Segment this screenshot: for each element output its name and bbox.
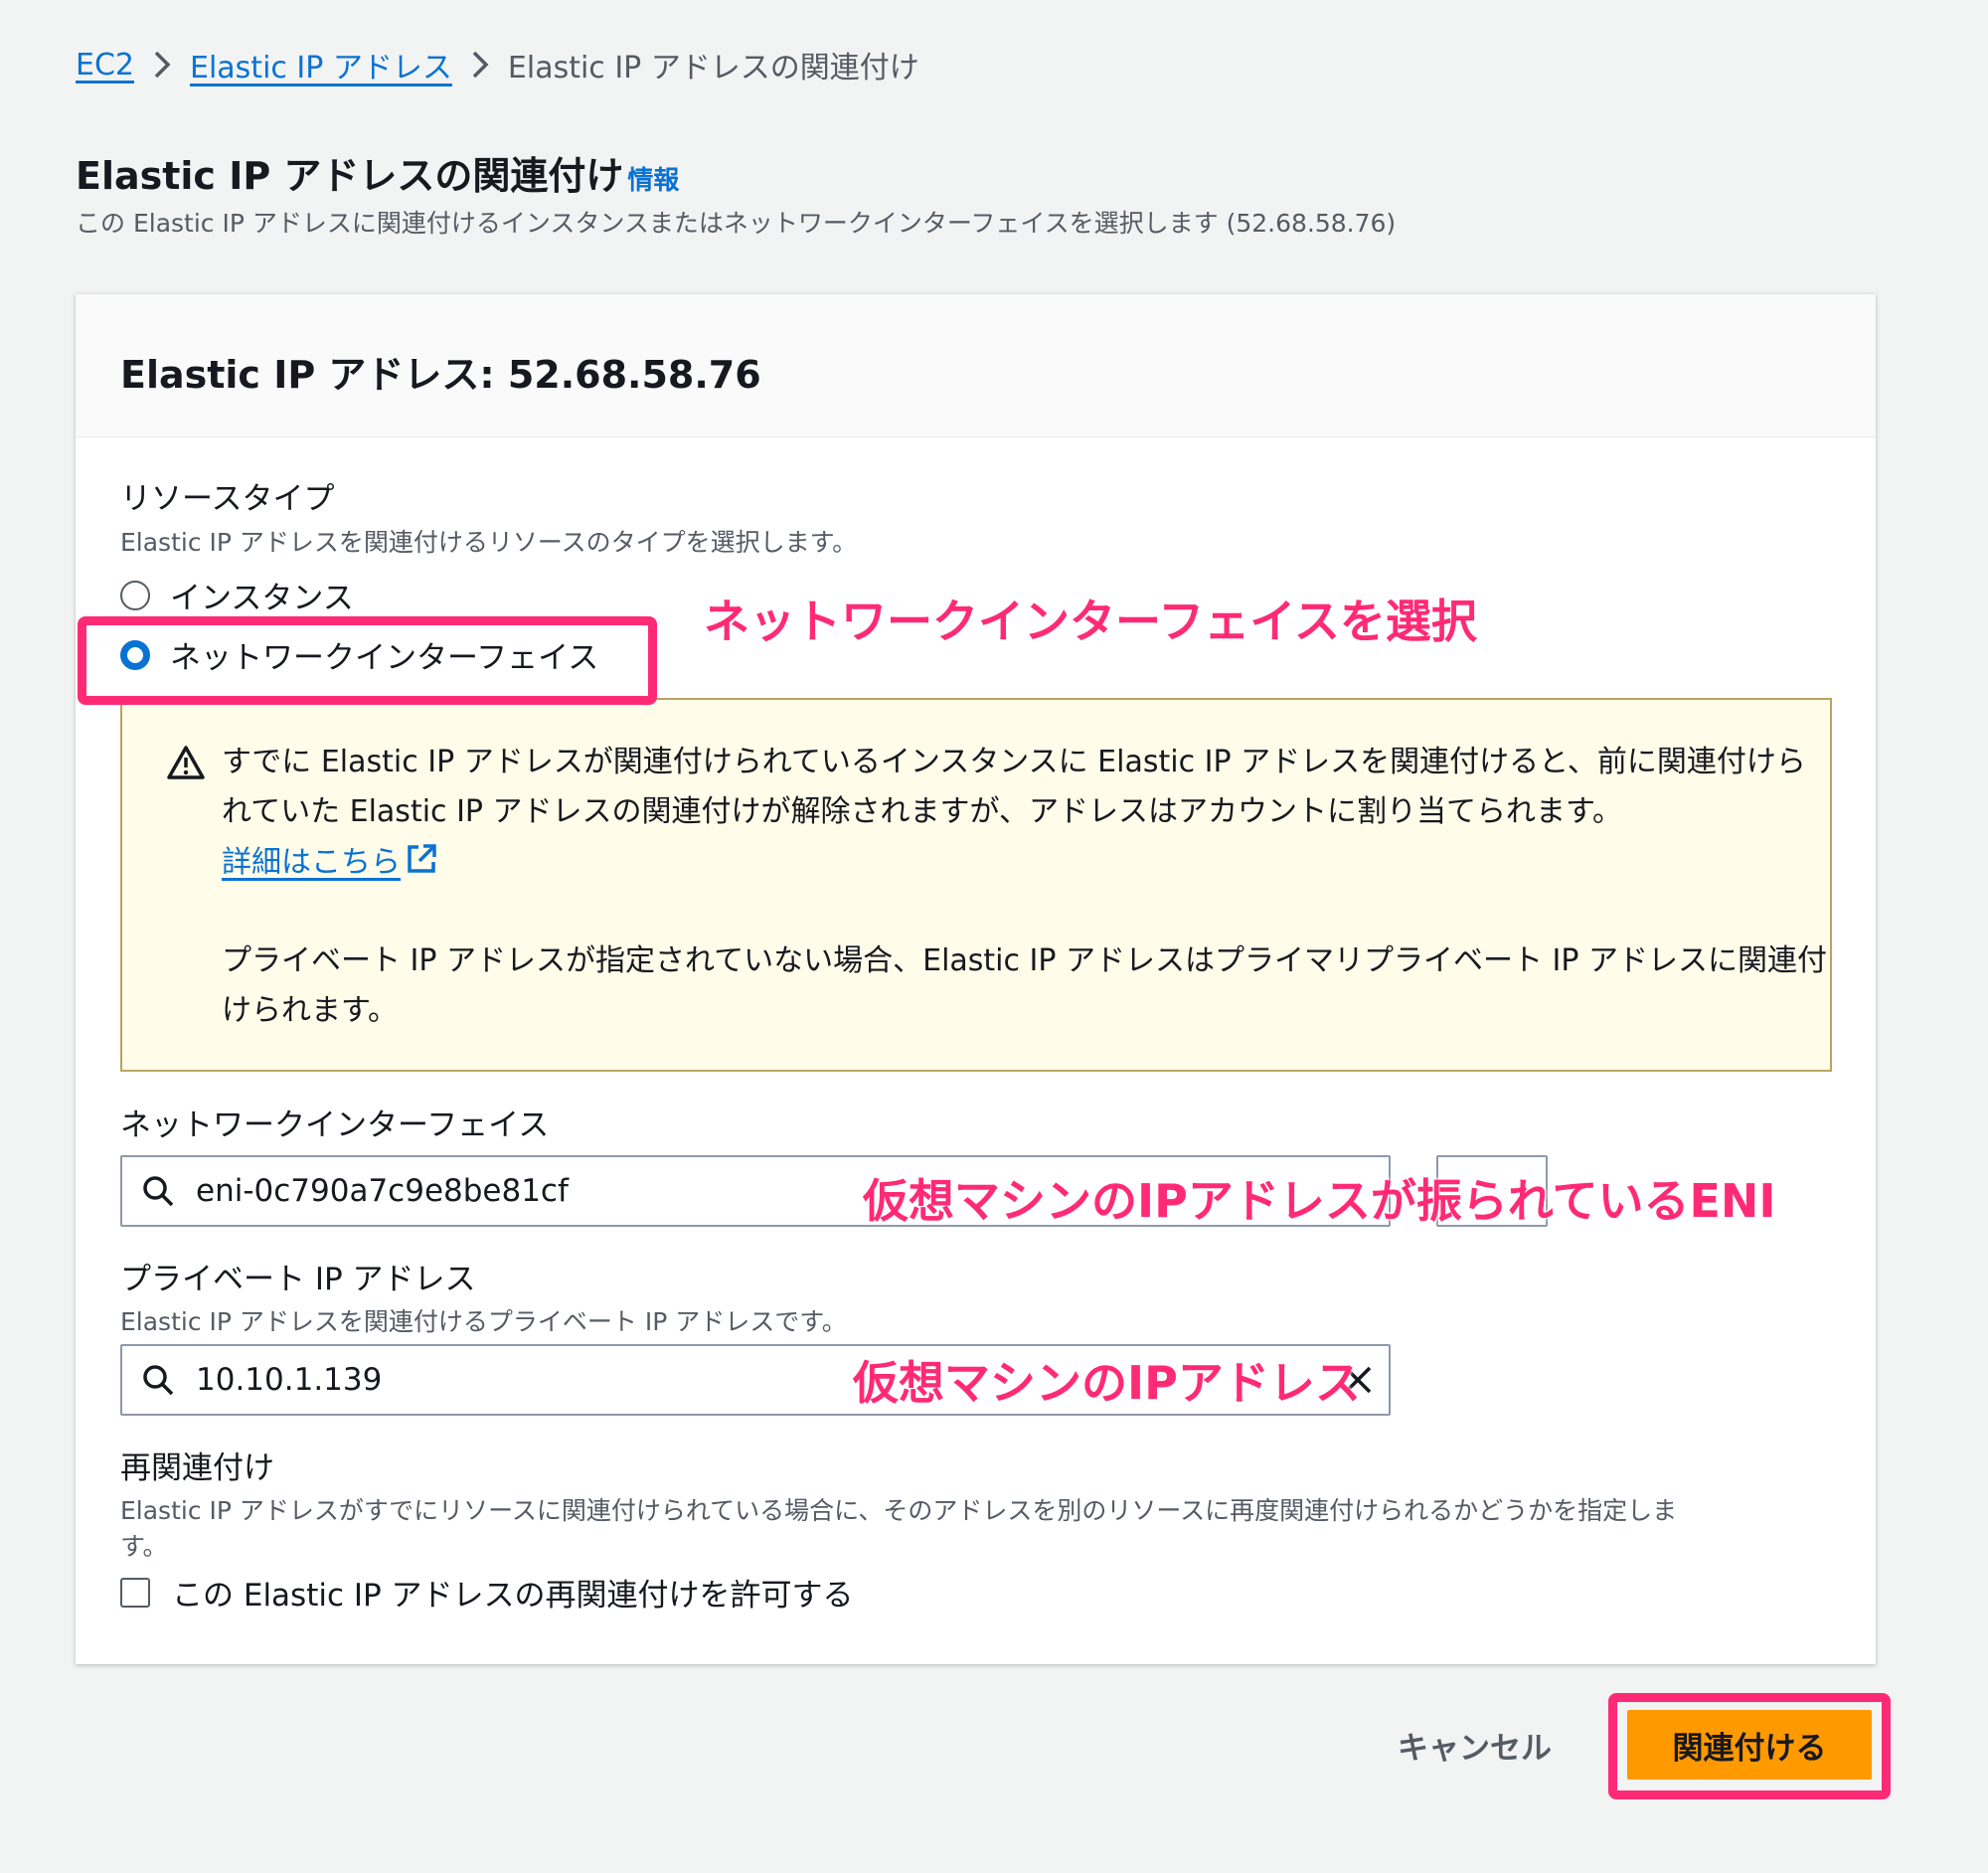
reassociation-label: 再関連付け [120, 1450, 274, 1486]
page-description: この Elastic IP アドレスに関連付けるインスタンスまたはネットワークイ… [76, 209, 1397, 238]
warning-icon [167, 746, 205, 779]
highlight-box-eni-radio [78, 616, 657, 705]
alert-text-2: プライベート IP アドレスが指定されていない場合、Elastic IP アドレ… [222, 943, 1828, 1028]
private-ip-value: 10.10.1.139 [196, 1362, 383, 1398]
page-title: Elastic IP アドレスの関連付け 情報 [76, 145, 679, 200]
reassociation-checkbox-label: この Elastic IP アドレスの再関連付けを許可する [172, 1578, 854, 1614]
radio-instance-label: インスタンス [170, 581, 354, 616]
info-link[interactable]: 情報 [627, 160, 679, 197]
warning-alert: すでに Elastic IP アドレスが関連付けられているインスタンスに Ela… [120, 698, 1832, 1072]
reassociation-description-cont: す。 [120, 1532, 168, 1561]
chevron-right-icon [452, 50, 508, 80]
learn-more-link-label: 詳細はこちら [222, 845, 401, 880]
annotation-select-eni: ネットワークインターフェイスを選択 [704, 595, 1477, 648]
radio-button[interactable] [120, 580, 150, 610]
chevron-right-icon [134, 50, 190, 80]
learn-more-link[interactable]: 詳細はこちら [222, 837, 438, 881]
private-ip-label: プライベート IP アドレス [120, 1262, 476, 1297]
breadcrumb-current: Elastic IP アドレスの関連付け [507, 51, 919, 85]
breadcrumb-ec2[interactable]: EC2 [76, 48, 134, 83]
breadcrumb-elastic-ip[interactable]: Elastic IP アドレス [190, 43, 452, 86]
resource-type-description: Elastic IP アドレスを関連付けるリソースのタイプを選択します。 [120, 528, 858, 557]
panel-header: Elastic IP アドレス: 52.68.58.76 [76, 294, 1876, 437]
network-interface-label: ネットワークインターフェイス [120, 1107, 550, 1143]
search-icon [143, 1176, 174, 1207]
breadcrumb: EC2 Elastic IP アドレス Elastic IP アドレスの関連付け [76, 40, 919, 89]
reassociation-checkbox[interactable] [120, 1577, 150, 1608]
annotation-eni-note: 仮想マシンのIPアドレスが振られているENI [863, 1174, 1776, 1228]
highlight-box-associate-button [1608, 1693, 1891, 1799]
cancel-button[interactable]: キャンセル [1398, 1715, 1552, 1775]
external-link-icon [408, 844, 436, 873]
reassociation-description: Elastic IP アドレスがすでにリソースに関連付けられている場合に、そのア… [120, 1496, 1678, 1525]
search-icon [143, 1365, 174, 1396]
reassociation-checkbox-row[interactable]: この Elastic IP アドレスの再関連付けを許可する [120, 1570, 854, 1615]
annotation-ip-note: 仮想マシンのIPアドレス [853, 1356, 1361, 1410]
page-title-text: Elastic IP アドレスの関連付け [76, 154, 624, 198]
network-interface-value: eni-0c790a7c9e8be81cf [196, 1173, 569, 1209]
panel-title: Elastic IP アドレス: 52.68.58.76 [120, 353, 761, 397]
private-ip-description: Elastic IP アドレスを関連付けるプライベート IP アドレスです。 [120, 1307, 847, 1336]
radio-instance[interactable]: インスタンス [120, 573, 354, 617]
association-panel: Elastic IP アドレス: 52.68.58.76 リソースタイプ Ela… [76, 294, 1876, 1664]
resource-type-label: リソースタイプ [120, 481, 335, 517]
alert-text: すでに Elastic IP アドレスが関連付けられているインスタンスに Ela… [222, 745, 1806, 829]
